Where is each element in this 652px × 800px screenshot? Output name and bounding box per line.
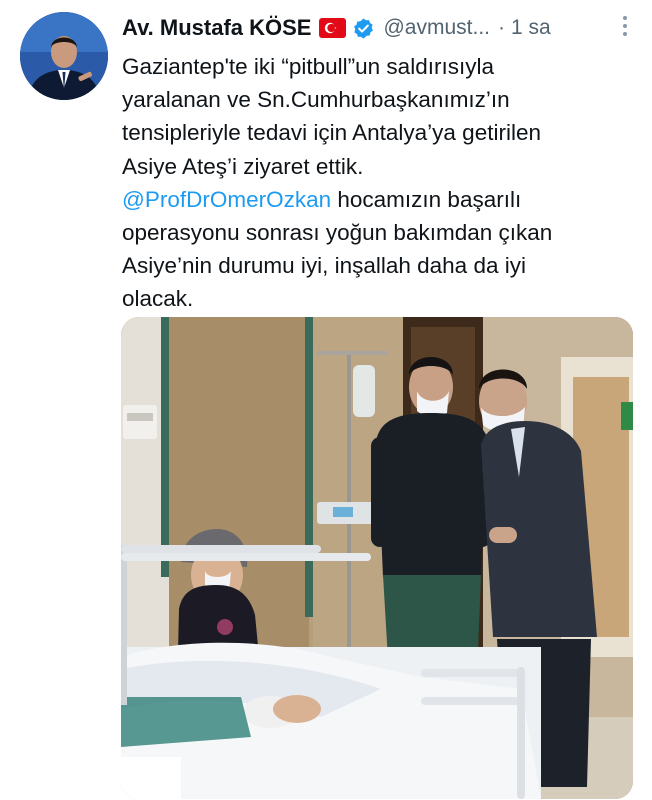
author-handle[interactable]: @avmust... bbox=[383, 16, 490, 40]
author-avatar[interactable] bbox=[20, 12, 108, 100]
tweet-photo[interactable] bbox=[121, 317, 633, 799]
turkey-flag-icon bbox=[319, 18, 347, 38]
tweet-line: operasyonu sonrası yoğun bakımdan çıkan bbox=[122, 220, 553, 246]
tweet-line: olacak. bbox=[122, 286, 194, 312]
mention-link[interactable]: @ProfDrOmerOzkan bbox=[122, 187, 331, 212]
header-separator: · bbox=[498, 16, 505, 39]
tweet-line: yaralanan ve Sn.Cumhurbaşkanımız’ın bbox=[122, 87, 510, 113]
tweet-timestamp[interactable]: 1 sa bbox=[511, 16, 551, 40]
verified-badge-icon bbox=[352, 17, 375, 40]
tweet-line: Asiye’nin durumu iyi, inşallah daha da i… bbox=[122, 253, 526, 279]
tweet-line-rest: hocamızın başarılı bbox=[331, 186, 522, 212]
avatar-photo bbox=[20, 12, 108, 100]
tweet-header: Av. Mustafa KÖSE @avmust... · 1 sa bbox=[122, 8, 638, 48]
tweet-text: Gaziantep'te iki “pitbull”un saldırısıyl… bbox=[122, 50, 622, 316]
more-options-icon[interactable] bbox=[612, 10, 638, 42]
tweet-line-with-mention: @ProfDrOmerOzkan hocamızın başarılı bbox=[122, 183, 622, 216]
hospital-visit-photo bbox=[121, 317, 633, 799]
tweet-line: Asiye Ateş’i ziyaret ettik. bbox=[122, 153, 364, 179]
author-name[interactable]: Av. Mustafa KÖSE bbox=[122, 15, 311, 41]
tweet-line: Gaziantep'te iki “pitbull”un saldırısıyl… bbox=[122, 54, 494, 79]
tweet-line: tensipleriyle tedavi için Antalya’ya get… bbox=[122, 120, 541, 146]
